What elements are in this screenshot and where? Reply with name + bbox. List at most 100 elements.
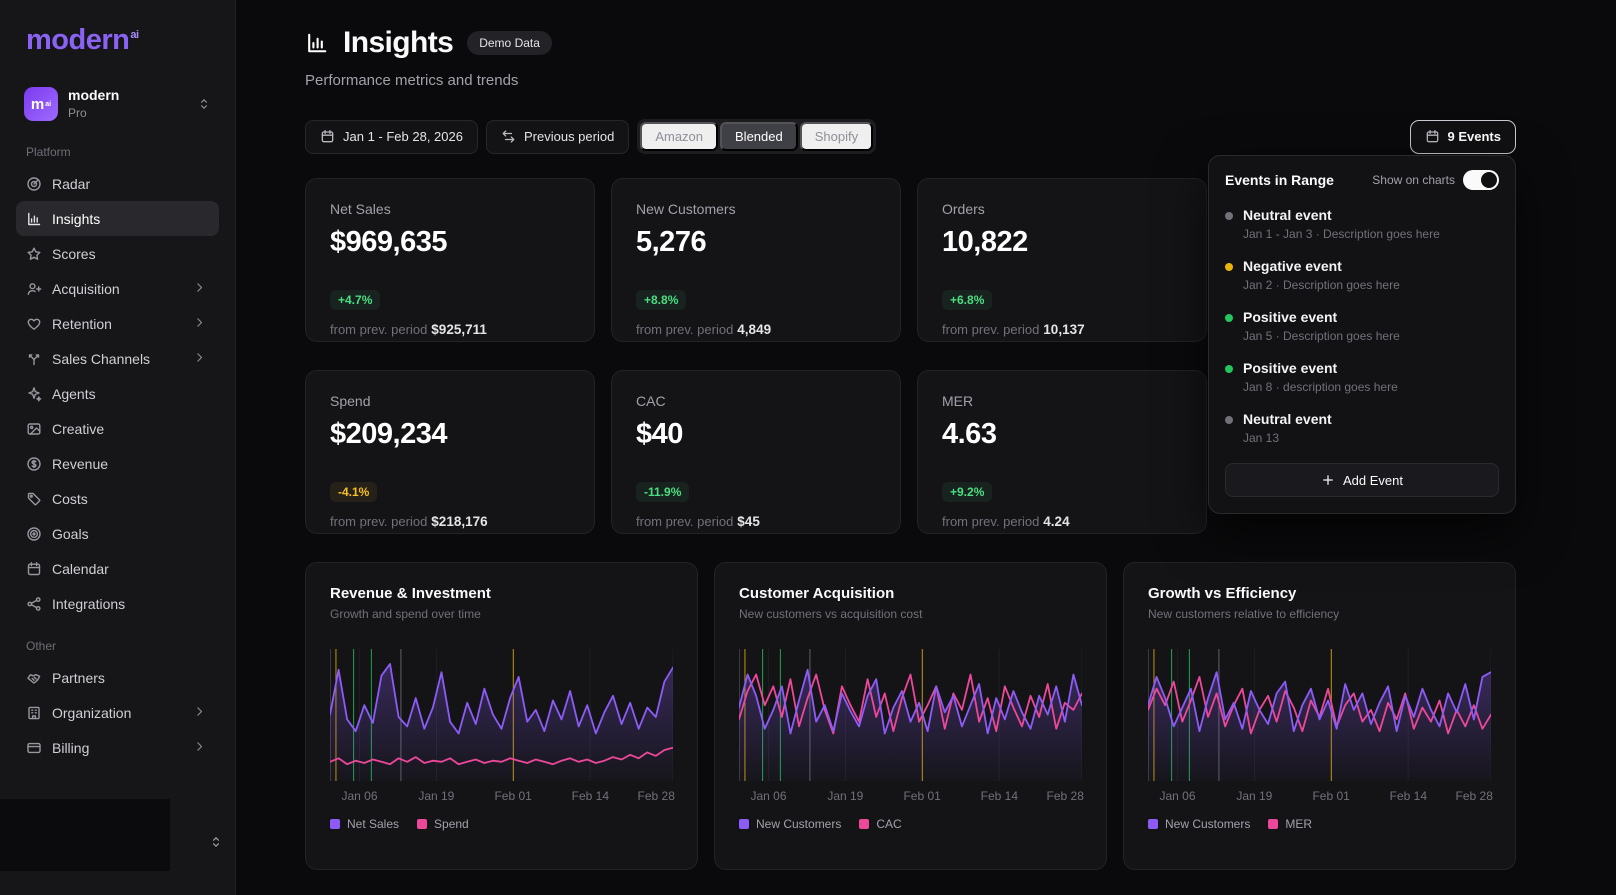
heart-icon (26, 316, 42, 332)
swap-icon (501, 129, 516, 144)
add-event-button[interactable]: Add Event (1225, 463, 1499, 497)
kpi-change-badge: -4.1% (330, 482, 377, 502)
sidebar-item-calendar[interactable]: Calendar (16, 551, 219, 586)
chart-x-axis: Jan 06Jan 19Feb 01Feb 14Feb 28 (1148, 789, 1491, 803)
events-button[interactable]: 9 Events (1410, 120, 1516, 154)
sidebar-item-label: Scores (52, 246, 96, 262)
chevrons-up-down-icon (197, 97, 211, 111)
sidebar-item-insights[interactable]: Insights (16, 201, 219, 236)
kpi-value: $40 (636, 418, 876, 451)
chart-card-revenue-investment: Revenue & InvestmentGrowth and spend ove… (305, 562, 698, 870)
kpi-card-cac: CAC$40-11.9%from prev. period$45 (611, 370, 901, 534)
share-icon (26, 596, 42, 612)
add-event-label: Add Event (1343, 473, 1403, 488)
legend-item: MER (1268, 817, 1312, 831)
legend-item: New Customers (1148, 817, 1250, 831)
workspace-switcher[interactable]: mai modern Pro (16, 81, 219, 127)
kpi-value: 5,276 (636, 226, 876, 259)
kpi-change-badge: +6.8% (942, 290, 992, 310)
previous-period-button[interactable]: Previous period (486, 120, 629, 154)
chevron-right-icon (193, 351, 209, 367)
sidebar-item-revenue[interactable]: Revenue (16, 446, 219, 481)
event-list-item[interactable]: Negative eventJan 2 · Description goes h… (1225, 249, 1499, 300)
kpi-card-mer: MER4.63+9.2%from prev. period4.24 (917, 370, 1207, 534)
event-list-item[interactable]: Positive eventJan 5 · Description goes h… (1225, 300, 1499, 351)
chart-title: Customer Acquisition (739, 585, 1082, 602)
segment-blended[interactable]: Blended (720, 122, 798, 151)
kpi-prev-label: from prev. period (330, 322, 427, 337)
sidebar-item-costs[interactable]: Costs (16, 481, 219, 516)
sidebar-item-creative[interactable]: Creative (16, 411, 219, 446)
show-on-charts-toggle[interactable] (1463, 170, 1499, 190)
event-meta: Jan 8 · description goes here (1243, 380, 1398, 394)
kpi-change-badge: +9.2% (942, 482, 992, 502)
sidebar-item-acquisition[interactable]: Acquisition (16, 271, 219, 306)
app-logo-sup: ai (130, 29, 138, 41)
chart-legend: New CustomersCAC (739, 817, 1082, 831)
workspace-initial-sup: ai (45, 101, 51, 108)
sidebar-item-label: Retention (52, 316, 112, 332)
legend-swatch (859, 819, 869, 829)
event-meta: Jan 1 - Jan 3 · Description goes here (1243, 227, 1440, 241)
toolbar: Jan 1 - Feb 28, 2026 Previous period Ama… (305, 119, 1516, 154)
event-body: Neutral eventJan 1 - Jan 3 · Description… (1243, 207, 1440, 241)
x-axis-tick: Feb 14 (981, 789, 1018, 803)
event-title: Positive event (1243, 309, 1400, 325)
kpi-prev-label: from prev. period (330, 514, 427, 529)
user-plus-icon (26, 281, 42, 297)
x-axis-tick: Jan 06 (341, 789, 377, 803)
x-axis-tick: Feb 01 (1312, 789, 1349, 803)
kpi-change-badge: +8.8% (636, 290, 686, 310)
sidebar-item-organization[interactable]: Organization (16, 695, 219, 730)
chevron-right-icon (193, 705, 209, 721)
events-popover: Events in Range Show on charts Neutral e… (1208, 155, 1516, 514)
date-range-button[interactable]: Jan 1 - Feb 28, 2026 (305, 120, 478, 154)
sidebar-item-integrations[interactable]: Integrations (16, 586, 219, 621)
previous-period-label: Previous period (524, 129, 614, 144)
sidebar-item-sales-channels[interactable]: Sales Channels (16, 341, 219, 376)
events-list: Neutral event Jan 1 - Jan 3 · Description… (1225, 198, 1499, 453)
sidebar-item-partners[interactable]: Partners (16, 660, 219, 695)
kpi-prev-period: from prev. period$925,711 (330, 322, 570, 337)
event-list-item[interactable]: Neutral event Jan 13 (1225, 402, 1499, 453)
negative-event-dot (1225, 263, 1233, 271)
events-popover-header: Events in Range Show on charts (1225, 170, 1499, 190)
workspace-avatar: mai (24, 87, 58, 121)
sidebar-item-radar[interactable]: Radar (16, 166, 219, 201)
legend-swatch (330, 819, 340, 829)
legend-item: Net Sales (330, 817, 399, 831)
sidebar-collapse-button[interactable] (209, 835, 223, 849)
kpi-prev-value: 4.24 (1043, 514, 1069, 529)
sidebar-item-retention[interactable]: Retention (16, 306, 219, 341)
event-list-item[interactable]: Neutral eventJan 1 - Jan 3 · Description… (1225, 198, 1499, 249)
sidebar-item-label: Creative (52, 421, 104, 437)
toggle-knob (1481, 172, 1497, 188)
x-axis-tick: Jan 06 (1159, 789, 1195, 803)
segment-shopify[interactable]: Shopify (800, 122, 873, 151)
x-axis-tick: Jan 19 (827, 789, 863, 803)
x-axis-tick: Feb 01 (903, 789, 940, 803)
chart-subtitle: Growth and spend over time (330, 607, 673, 621)
sidebar-item-label: Partners (52, 670, 105, 686)
event-meta: Jan 13 (1243, 431, 1332, 445)
sidebar-item-scores[interactable]: Scores (16, 236, 219, 271)
kpi-value: 10,822 (942, 226, 1182, 259)
x-axis-tick: Feb 14 (1390, 789, 1427, 803)
kpi-label: CAC (636, 393, 876, 409)
chart-legend: Net SalesSpend (330, 817, 673, 831)
events-button-label: 9 Events (1448, 129, 1501, 144)
segment-amazon[interactable]: Amazon (640, 122, 718, 151)
kpi-prev-label: from prev. period (636, 322, 733, 337)
calendar-icon (26, 561, 42, 577)
event-list-item[interactable]: Positive eventJan 8 · description goes h… (1225, 351, 1499, 402)
handshake-icon (26, 670, 42, 686)
page-title: Insights (343, 26, 453, 60)
sidebar-item-label: Acquisition (52, 281, 120, 297)
sidebar-item-goals[interactable]: Goals (16, 516, 219, 551)
sparkles-icon (26, 386, 42, 402)
kpi-prev-value: $45 (737, 514, 760, 529)
sidebar-item-agents[interactable]: Agents (16, 376, 219, 411)
radar-icon (26, 176, 42, 192)
event-title: Neutral event (1243, 411, 1332, 427)
sidebar-item-billing[interactable]: Billing (16, 730, 219, 765)
